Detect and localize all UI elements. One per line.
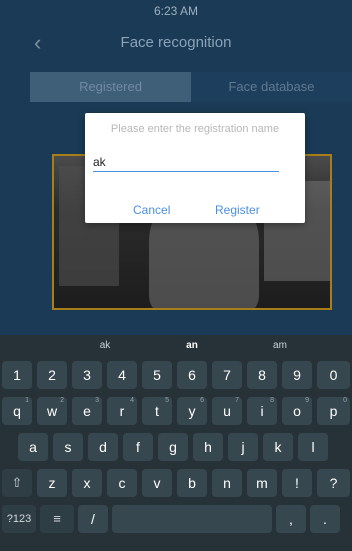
key-question[interactable]: ? bbox=[317, 469, 350, 497]
key-q[interactable]: q1 bbox=[2, 397, 32, 425]
register-button[interactable]: Register bbox=[215, 203, 260, 217]
key-u[interactable]: u7 bbox=[212, 397, 242, 425]
key-p-label: p bbox=[329, 403, 338, 419]
key-s[interactable]: s bbox=[53, 433, 83, 461]
key-t-label: t bbox=[155, 403, 159, 419]
key-l[interactable]: l bbox=[298, 433, 328, 461]
key-k[interactable]: k bbox=[263, 433, 293, 461]
key-6[interactable]: 6 bbox=[177, 361, 207, 389]
key-g[interactable]: g bbox=[158, 433, 188, 461]
key-v[interactable]: v bbox=[142, 469, 172, 497]
key-7[interactable]: 7 bbox=[212, 361, 242, 389]
key-j[interactable]: j bbox=[228, 433, 258, 461]
key-9[interactable]: 9 bbox=[282, 361, 312, 389]
key-e[interactable]: e3 bbox=[72, 397, 102, 425]
key-r-hint: 4 bbox=[130, 397, 134, 404]
key-f[interactable]: f bbox=[123, 433, 153, 461]
app-screen: 6:23 AM ‹ Face recognition Registered Fa… bbox=[0, 0, 352, 335]
status-bar: 6:23 AM bbox=[0, 0, 352, 22]
tab-registered[interactable]: Registered bbox=[30, 72, 191, 102]
shift-key-left[interactable]: ⇧ bbox=[2, 469, 32, 497]
on-screen-keyboard: ak an am 1 2 3 4 5 6 7 8 9 0 q1 w2 e3 r4… bbox=[0, 335, 352, 551]
key-4[interactable]: 4 bbox=[107, 361, 137, 389]
suggestion-bar: ak an am bbox=[0, 335, 352, 357]
key-exclamation[interactable]: ! bbox=[282, 469, 312, 497]
space-bar[interactable] bbox=[112, 505, 272, 533]
key-w-label: w bbox=[46, 403, 58, 419]
key-e-hint: 3 bbox=[95, 397, 99, 404]
keyboard-q-row: q1 w2 e3 r4 t5 y6 u7 i8 o9 p0 bbox=[0, 397, 352, 429]
key-r-label: r bbox=[119, 403, 125, 419]
suggestion-ak[interactable]: ak bbox=[75, 340, 135, 351]
key-i-label: i bbox=[260, 403, 264, 419]
registration-name-input[interactable]: ak bbox=[93, 153, 279, 172]
keyboard-a-row: a s d f g h j k l bbox=[0, 433, 352, 465]
key-y-label: y bbox=[188, 403, 196, 419]
status-time: 6:23 AM bbox=[153, 4, 199, 18]
key-period[interactable]: . bbox=[310, 505, 340, 533]
key-y-hint: 6 bbox=[200, 397, 204, 404]
key-e-label: e bbox=[83, 403, 91, 419]
key-o-hint: 9 bbox=[305, 397, 309, 404]
key-p-hint: 0 bbox=[343, 397, 347, 404]
key-slash[interactable]: / bbox=[78, 505, 108, 533]
suggestion-am[interactable]: am bbox=[250, 340, 310, 351]
cancel-button[interactable]: Cancel bbox=[133, 203, 170, 217]
keyboard-bottom-row: ?123 ≡ / , . bbox=[0, 505, 352, 537]
key-n[interactable]: n bbox=[212, 469, 242, 497]
keyboard-z-row: ⇧ z x c v b n m ! ? bbox=[0, 469, 352, 501]
key-q-label: q bbox=[13, 403, 21, 419]
dialog-title: Please enter the registration name bbox=[110, 123, 280, 135]
key-d[interactable]: d bbox=[88, 433, 118, 461]
page-title: Face recognition bbox=[120, 34, 232, 51]
key-m[interactable]: m bbox=[247, 469, 277, 497]
key-w-hint: 2 bbox=[60, 397, 64, 404]
tabs: Registered Face database bbox=[30, 72, 352, 102]
key-a[interactable]: a bbox=[18, 433, 48, 461]
key-w[interactable]: w2 bbox=[37, 397, 67, 425]
suggestion-an[interactable]: an bbox=[162, 340, 222, 351]
key-0[interactable]: 0 bbox=[317, 361, 350, 389]
key-p[interactable]: p0 bbox=[317, 397, 350, 425]
key-y[interactable]: y6 bbox=[177, 397, 207, 425]
key-c[interactable]: c bbox=[107, 469, 137, 497]
key-8[interactable]: 8 bbox=[247, 361, 277, 389]
key-q-hint: 1 bbox=[25, 397, 29, 404]
key-x[interactable]: x bbox=[72, 469, 102, 497]
key-3[interactable]: 3 bbox=[72, 361, 102, 389]
key-r[interactable]: r4 bbox=[107, 397, 137, 425]
key-u-hint: 7 bbox=[235, 397, 239, 404]
key-b[interactable]: b bbox=[177, 469, 207, 497]
key-2[interactable]: 2 bbox=[37, 361, 67, 389]
key-i-hint: 8 bbox=[270, 397, 274, 404]
key-t[interactable]: t5 bbox=[142, 397, 172, 425]
key-o[interactable]: o9 bbox=[282, 397, 312, 425]
tab-face-database[interactable]: Face database bbox=[191, 72, 352, 102]
mode-switch-key[interactable]: ?123 bbox=[2, 505, 36, 533]
keyboard-number-row: 1 2 3 4 5 6 7 8 9 0 bbox=[0, 361, 352, 393]
key-h[interactable]: h bbox=[193, 433, 223, 461]
key-z[interactable]: z bbox=[37, 469, 67, 497]
key-5[interactable]: 5 bbox=[142, 361, 172, 389]
title-bar: ‹ Face recognition bbox=[0, 26, 352, 62]
key-comma[interactable]: , bbox=[276, 505, 306, 533]
key-1[interactable]: 1 bbox=[2, 361, 32, 389]
key-u-label: u bbox=[223, 403, 231, 419]
key-i[interactable]: i8 bbox=[247, 397, 277, 425]
registration-dialog: Please enter the registration name ak Ca… bbox=[85, 113, 305, 223]
emoji-symbol-key[interactable]: ≡ bbox=[40, 505, 74, 533]
key-t-hint: 5 bbox=[165, 397, 169, 404]
key-o-label: o bbox=[293, 403, 301, 419]
